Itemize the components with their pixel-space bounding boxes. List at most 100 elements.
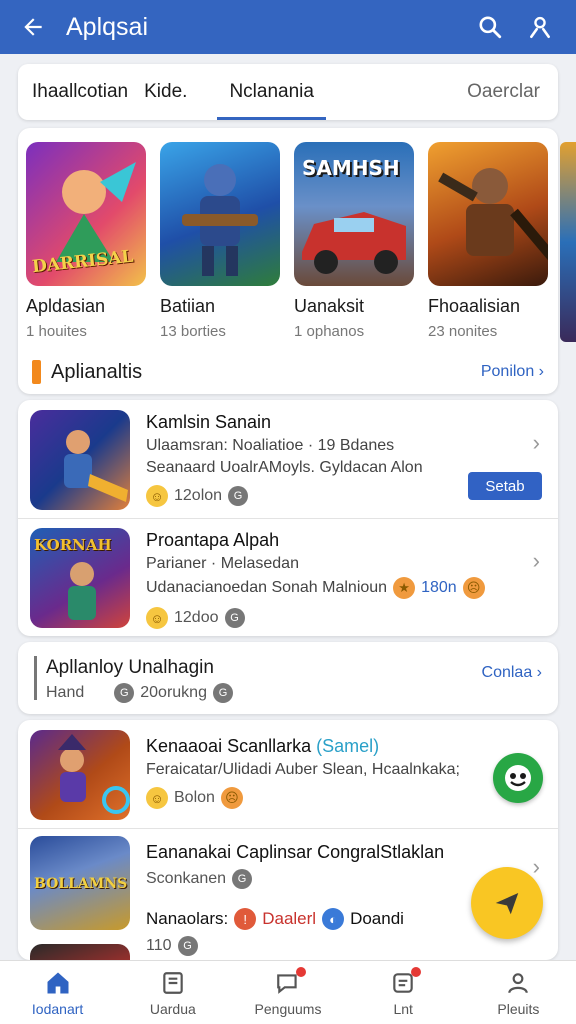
section-accent xyxy=(32,360,41,384)
app-title: Nanaolars: xyxy=(146,909,229,928)
section-more-link[interactable]: Ponilon › xyxy=(481,363,544,381)
google-icon: G xyxy=(228,486,249,506)
bottom-nav: Iodanart Uardua Penguums Lnt Pleuits xyxy=(0,960,576,1024)
featured-game[interactable]: Fhoaalisian 23 nonites xyxy=(428,142,552,340)
game-art: SAMHSH xyxy=(294,142,414,286)
game-sub: 23 nonites xyxy=(428,323,498,340)
nav-item-profile[interactable]: Pleuits xyxy=(461,961,576,1024)
nav-item-home[interactable]: Iodanart xyxy=(0,961,115,1024)
app-title: Proantapa Alpah xyxy=(146,530,280,550)
app-desc-1: Sconkanen xyxy=(146,870,227,887)
featured-list: DARRISAL Apldasian 1 houites Batiian 13 … xyxy=(26,142,552,340)
tab-3[interactable]: Oaerclar xyxy=(467,64,540,120)
game-sub: 1 ophanos xyxy=(294,323,365,340)
smile-icon: ☺ xyxy=(146,485,168,507)
nav-item-list[interactable]: Lnt xyxy=(346,961,461,1024)
search-button[interactable] xyxy=(470,7,510,47)
chat-icon xyxy=(274,966,306,997)
list-item[interactable]: Kenaaoai Scanllarka (Samel) Feraicatar/U… xyxy=(18,720,558,828)
notification-dot xyxy=(296,966,306,977)
chevron-right-icon[interactable]: › xyxy=(533,854,540,880)
app-desc-1: Feraicatar/Ulidadi Auber Slean, Hcaalnka… xyxy=(146,761,460,778)
nav-label: Penguums xyxy=(254,1000,322,1017)
app-title-row: Kenaaoai Scanllarka (Samel) xyxy=(146,736,528,757)
app-thumb xyxy=(30,410,130,510)
app-title: Eananakai Caplinsar CongralStlaklan xyxy=(146,842,445,862)
nav-label: Uardua xyxy=(149,1000,196,1017)
app-link-1[interactable]: Daalerl xyxy=(262,909,316,929)
game-art xyxy=(160,142,280,286)
google-icon: G xyxy=(212,683,233,703)
game-name: Apldasian xyxy=(26,296,106,316)
nav-label: Pleuits xyxy=(497,1000,540,1017)
app-desc-2-row: Udanacianoedan Sonah Malnioun ★ 180n ☹ xyxy=(146,577,528,599)
featured-game[interactable]: DARRISAL Apldasian 1 houites xyxy=(26,142,150,340)
banner-sub-2: 20orukng xyxy=(140,684,207,701)
nav-label: Lnt xyxy=(393,1000,413,1017)
game-name: Batiian xyxy=(160,296,216,316)
tab-1[interactable]: Kide. xyxy=(144,64,187,120)
google-icon: G xyxy=(114,683,135,703)
chevron-right-icon[interactable]: › xyxy=(533,430,540,456)
app-meta: 110 G xyxy=(146,936,528,956)
app-meta: ☺ Bolon ☹ xyxy=(146,787,528,809)
app-meta-text: Bolon xyxy=(174,789,215,806)
app-info: Nanaolars: ! Daalerl ◐ Doandi 110 G xyxy=(146,908,528,956)
google-icon: G xyxy=(177,936,198,956)
section-header: Aplianaltis Ponilon › xyxy=(32,360,544,384)
game-art: DARRISAL xyxy=(26,142,146,286)
banner-link[interactable]: Conlaa › xyxy=(482,664,542,682)
game-sub: 13 borties xyxy=(160,323,226,340)
featured-card: DARRISAL Apldasian 1 houites Batiian 13 … xyxy=(18,128,558,394)
google-icon: G xyxy=(232,869,253,889)
smile-icon: ☺ xyxy=(146,607,168,629)
nav-item-chat[interactable]: Penguums xyxy=(230,961,345,1024)
app-desc-1: Parianer · Melasedan xyxy=(146,555,299,572)
app-thumb: KORNAH xyxy=(30,528,130,628)
app-title-row: Nanaolars: ! Daalerl ◐ Doandi xyxy=(146,908,528,930)
app-thumb-title: BOLLAMNS xyxy=(34,876,128,892)
featured-game[interactable]: Batiian 13 borties xyxy=(160,142,284,340)
profile-button[interactable] xyxy=(520,7,560,47)
list-item[interactable]: KORNAH Proantapa Alpah Parianer · Melase… xyxy=(18,518,558,636)
app-action-button[interactable]: Setab xyxy=(468,472,542,500)
list-icon xyxy=(389,966,422,997)
tab-label: Nclanania xyxy=(229,81,314,102)
page-title: Aplqsai xyxy=(66,12,148,41)
send-icon xyxy=(495,893,519,915)
nav-label: Iodanart xyxy=(31,1000,84,1017)
tab-label: Oaerclar xyxy=(467,81,540,102)
app-info: Kenaaoai Scanllarka (Samel) Feraicatar/U… xyxy=(146,736,528,809)
sad-icon: ☹ xyxy=(462,577,485,599)
list-item[interactable]: Kamlsin Sanain Ulaamsran: Noaliatioe · 1… xyxy=(18,400,558,518)
app-title-suffix: (Samel) xyxy=(316,736,380,756)
nav-item-library[interactable]: Uardua xyxy=(115,961,230,1024)
game-sub: 1 houites xyxy=(26,323,87,340)
game-name: Fhoaalisian xyxy=(428,296,521,316)
tab-label: Kide. xyxy=(144,81,188,102)
action-fab[interactable] xyxy=(471,867,543,939)
app-link-2[interactable]: Doandi xyxy=(350,909,404,929)
app-count: 110 xyxy=(146,937,172,954)
chevron-right-icon[interactable]: › xyxy=(533,548,540,574)
tab-bar: Ihaallcotian Kide. Nclanania Oaerclar xyxy=(18,64,558,120)
fire-icon: ! xyxy=(234,908,257,930)
app-thumb xyxy=(30,944,130,960)
app-bar: Aplqsai xyxy=(0,0,576,54)
sad-icon: ☹ xyxy=(220,787,243,809)
arrow-left-icon xyxy=(24,18,42,36)
app-info: Proantapa Alpah Parianer · Melasedan Uda… xyxy=(146,530,528,629)
back-button[interactable] xyxy=(16,10,50,44)
promo-banner[interactable]: Apllanloy Unalhagin Hand G 20orukng G Co… xyxy=(18,642,558,714)
notification-dot xyxy=(411,966,422,977)
tab-2[interactable]: Nclanania xyxy=(217,64,326,120)
tab-0[interactable]: Ihaallcotian xyxy=(32,64,128,120)
carousel-peek xyxy=(560,142,576,342)
search-icon xyxy=(479,16,502,39)
tab-label: Ihaallcotian xyxy=(32,81,129,102)
app-list: Kamlsin Sanain Ulaamsran: Noaliatioe · 1… xyxy=(18,400,558,636)
featured-game[interactable]: SAMHSH Uanaksit 1 ophanos xyxy=(294,142,418,340)
chat-fab[interactable] xyxy=(493,753,543,803)
home-icon xyxy=(44,969,72,997)
banner-meta: Hand G 20orukng G xyxy=(46,683,233,703)
